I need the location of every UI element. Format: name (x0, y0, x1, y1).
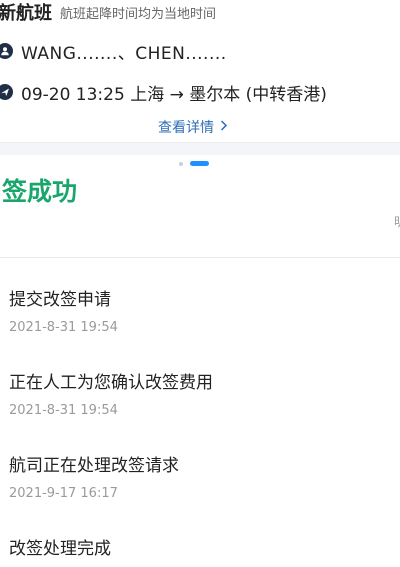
step-time: 2021-8-31 19:54 (9, 320, 118, 335)
chevron-right-icon (220, 119, 228, 135)
flight-card-header: 新航班 航班起降时间均为当地时间 (0, 0, 216, 24)
section-separator (0, 142, 400, 155)
passenger-row: WANG.......、CHEN....... (0, 38, 227, 64)
local-time-note: 航班起降时间均为当地时间 (60, 6, 217, 22)
flight-info-row: 09-20 13:25 上海 → 墨尔本 (中转香港) (0, 79, 327, 105)
progress-step: 航司正在处理改签请求 2021-9-17 16:17 (9, 451, 179, 501)
step-time: 2021-8-31 19:54 (9, 403, 118, 418)
passenger-names: WANG.......、CHEN....... (21, 43, 227, 64)
step-title: 正在人工为您确认改签费用 (9, 373, 213, 393)
page-indicator (0, 161, 400, 167)
step-title: 改签处理完成 (9, 539, 111, 559)
divider (0, 257, 400, 258)
page-dot-active[interactable] (190, 161, 209, 166)
step-title: 航司正在处理改签请求 (9, 456, 179, 476)
status-side-text: 明 (393, 215, 400, 229)
view-details-link[interactable]: 查看详情 (158, 117, 228, 137)
step-time: 2021-9-17 16:17 (9, 486, 118, 501)
progress-step: 提交改签申请 2021-8-31 19:54 (9, 285, 118, 335)
person-icon (0, 43, 13, 59)
view-details-label: 查看详情 (158, 120, 214, 136)
page-dot-inactive[interactable] (179, 162, 183, 166)
flight-card-title: 新航班 (0, 3, 52, 24)
plane-icon (0, 84, 13, 100)
flight-card: 新航班 航班起降时间均为当地时间 WANG.......、CHEN.......… (0, 0, 400, 142)
progress-step: 正在人工为您确认改签费用 2021-8-31 19:54 (9, 368, 213, 418)
change-status-title: 签成功 (2, 177, 78, 206)
progress-step: 改签处理完成 (9, 534, 111, 559)
step-title: 提交改签申请 (9, 290, 111, 310)
flight-route: 09-20 13:25 上海 → 墨尔本 (中转香港) (21, 84, 327, 105)
